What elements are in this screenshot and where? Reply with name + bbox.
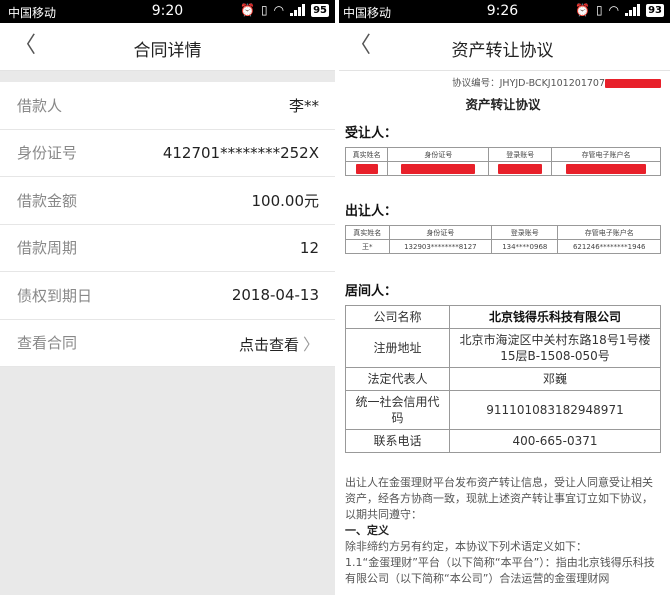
row-value: 李**	[288, 96, 319, 115]
row-label: 借款金额	[17, 191, 78, 210]
table-header: 存管电子账户名	[557, 225, 661, 240]
row-label: 身份证号	[17, 144, 78, 163]
status-icons: ⏰ ▯ ◠ 93	[575, 3, 664, 17]
view-contract-row[interactable]: 查看合同 点击查看〉	[0, 320, 335, 367]
redaction-mark	[605, 79, 661, 88]
transferee-heading: 受让人：	[345, 126, 398, 141]
nav-bar: 〈 合同详情	[0, 23, 335, 71]
status-icons: ⏰ ▯ ◠ 95	[240, 3, 329, 17]
agreement-number-text: 协议编号：JHYJD-BCKJ101201707	[452, 78, 605, 89]
row-loan-amount: 借款金额 100.00元	[0, 177, 335, 225]
row-borrower: 借款人 李**	[0, 82, 335, 130]
agreement-document: 协议编号：JHYJD-BCKJ101201707 资产转让协议 受让人： 真实姓…	[335, 75, 670, 587]
divider	[335, 0, 339, 595]
transferor-table: 真实姓名 身份证号 登录账号 存管电子账户名 王* 132903********…	[345, 225, 661, 254]
row-maturity-date: 债权到期日 2018-04-13	[0, 272, 335, 320]
wifi-icon: ◠	[273, 3, 285, 17]
table-cell	[387, 161, 490, 176]
row-value: 100.00元	[251, 191, 320, 210]
transferor-heading: 出让人：	[345, 204, 398, 219]
table-cell-value: 邓巍	[449, 367, 661, 391]
nav-bar: 〈 资产转让协议	[335, 23, 670, 71]
alarm-icon: ⏰	[575, 3, 590, 17]
alarm-icon: ⏰	[240, 3, 255, 17]
table-header: 身份证号	[387, 147, 490, 162]
wifi-icon: ◠	[608, 3, 620, 17]
table-cell	[551, 161, 661, 176]
row-value: 12	[299, 238, 319, 257]
status-bar: 中国移动 9:26 ⏰ ▯ ◠ 93	[335, 0, 670, 23]
row-value: 412701********252X	[162, 143, 319, 162]
table-cell: 621246********1946	[557, 239, 661, 254]
table-header: 登录账号	[491, 225, 559, 240]
row-label: 查看合同	[17, 334, 78, 353]
table-cell-value: 400-665-0371	[449, 429, 661, 453]
table-cell-label: 法定代表人	[345, 367, 450, 391]
redaction-mark	[498, 163, 543, 174]
contract-detail-screen: 中国移动 9:20 ⏰ ▯ ◠ 95 〈 合同详情 借款人 李** 身份证号 4…	[0, 0, 335, 595]
intermediary-heading: 居间人：	[345, 284, 398, 299]
view-contract-link[interactable]: 点击查看〉	[239, 331, 319, 355]
row-id-number: 身份证号 412701********252X	[0, 130, 335, 177]
table-cell-label: 统一社会信用代码	[345, 390, 450, 430]
row-label: 借款周期	[17, 239, 78, 258]
agreement-intro: 出让人在金蛋理财平台发布资产转让信息，受让人同意受让相关资产，经各方协商一致，现…	[345, 476, 653, 521]
transferee-table: 真实姓名 身份证号 登录账号 存管电子账户名	[344, 147, 661, 176]
table-cell	[488, 161, 553, 176]
agreement-subtitle: 资产转让协议	[465, 97, 541, 112]
table-header: 真实姓名	[345, 225, 390, 240]
table-header: 身份证号	[388, 225, 493, 240]
row-value: 2018-04-13	[231, 286, 319, 305]
agreement-number: 协议编号：JHYJD-BCKJ101201707	[345, 75, 661, 89]
chevron-right-icon: 〉	[302, 334, 319, 354]
table-cell: 134****0968	[491, 239, 559, 254]
definition-1-1: 1.1“金蛋理财”平台（以下简称“本平台”）：指由北京钱得乐科技有限公司（以下简…	[345, 556, 655, 585]
table-cell-value: 911101083182948971	[449, 390, 661, 430]
section-title: 一、定义	[345, 523, 661, 539]
intermediary-table: 公司名称 北京钱得乐科技有限公司 注册地址 北京市海淀区中关村东路18号1号楼1…	[345, 305, 661, 453]
redaction-mark	[355, 163, 378, 174]
divider	[0, 71, 335, 82]
table-cell-value: 北京钱得乐科技有限公司	[449, 305, 661, 329]
signal-icon	[290, 4, 306, 16]
page-title: 合同详情	[133, 41, 202, 61]
row-label: 借款人	[17, 96, 63, 115]
battery-icon: 93	[646, 3, 664, 17]
page-title: 资产转让协议	[451, 41, 554, 61]
row-value: 点击查看	[238, 335, 299, 354]
table-cell-label: 注册地址	[345, 328, 450, 368]
table-cell: 王*	[345, 239, 390, 254]
table-cell-label: 公司名称	[345, 305, 450, 329]
table-cell	[344, 161, 389, 176]
row-loan-period: 借款周期 12	[0, 225, 335, 272]
table-header: 登录账号	[488, 147, 553, 162]
redaction-mark	[401, 163, 476, 174]
vibrate-icon: ▯	[260, 3, 268, 17]
table-cell-value: 北京市海淀区中关村东路18号1号楼15层B-1508-050号	[449, 328, 661, 368]
vibrate-icon: ▯	[595, 3, 603, 17]
signal-icon	[625, 4, 641, 16]
table-cell-label: 联系电话	[345, 429, 450, 453]
section-title-text: 一、定义	[345, 524, 389, 537]
table-header: 存管电子账户名	[551, 147, 661, 162]
definitions-intro: 除非缔约方另有约定，本协议下列术语定义如下：	[345, 540, 587, 553]
table-header: 真实姓名	[344, 147, 389, 162]
redaction-mark	[566, 163, 647, 174]
table-cell: 132903********8127	[388, 239, 493, 254]
asset-transfer-agreement-screen: 中国移动 9:26 ⏰ ▯ ◠ 93 〈 资产转让协议 协议编号：JHYJD-B…	[335, 0, 670, 595]
detail-list: 借款人 李** 身份证号 412701********252X 借款金额 100…	[0, 82, 335, 367]
battery-icon: 95	[311, 3, 329, 17]
row-label: 债权到期日	[17, 286, 93, 305]
status-bar: 中国移动 9:20 ⏰ ▯ ◠ 95	[0, 0, 335, 23]
